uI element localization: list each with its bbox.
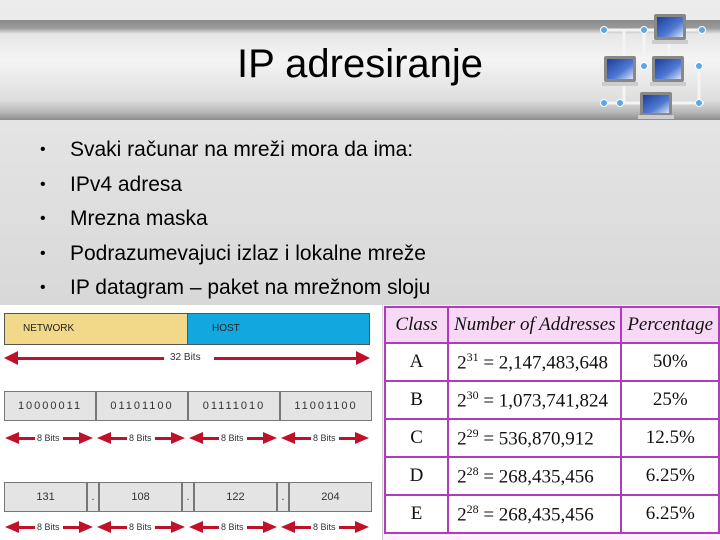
octet-bits-label: 8 Bits: [311, 432, 338, 444]
table-row: E 228 = 268,435,456 6.25%: [383, 494, 720, 534]
octet-bits-label: 8 Bits: [311, 521, 338, 533]
bullet-dot: •: [40, 210, 46, 227]
octet-bits-arrow: 8 Bits: [189, 521, 277, 535]
binary-octets: 10000011 01101100 01111010 11001100: [4, 391, 372, 421]
address-count-cell: 228 = 268,435,456: [447, 456, 623, 496]
address-count-cell: 230 = 1,073,741,824: [447, 380, 623, 420]
arrow-right-icon: [355, 521, 369, 533]
class-table: Class Number of Addresses Percentage A 23…: [383, 306, 720, 534]
dot-separator: .: [87, 482, 99, 512]
bullet-item: • IP datagram – paket na mrežnom sloju: [40, 271, 430, 306]
bullet-dot: •: [40, 175, 46, 193]
binary-octet: 01101100: [96, 391, 188, 421]
arrow-right-icon: [263, 521, 277, 533]
table-row: C 229 = 536,870,912 12.5%: [383, 418, 720, 458]
ip-address-diagram: NETWORK HOST 32 Bits 10000011 01101100 0…: [0, 305, 382, 540]
header-number: Number of Addresses: [447, 306, 623, 344]
arrow-right-icon: [356, 351, 370, 365]
bullet-list: • Svaki računar na mreži mora da ima: • IP…: [40, 133, 430, 306]
percentage-cell: 6.25%: [620, 494, 720, 534]
percentage-cell: 25%: [620, 380, 720, 420]
bullet-item: • Svaki računar na mreži mora da ima:: [40, 133, 430, 168]
octet-bits-label: 8 Bits: [35, 521, 62, 533]
arrow-right-icon: [355, 432, 369, 444]
bullet-item: • IPv4 adresa: [40, 168, 430, 203]
dot-separator: .: [182, 482, 194, 512]
percentage-cell: 6.25%: [620, 456, 720, 496]
class-cell: C: [383, 418, 450, 458]
octet-bits-label: 8 Bits: [219, 521, 246, 533]
address-count-cell: 231 = 2,147,483,648: [447, 342, 623, 382]
address-count-cell: 229 = 536,870,912: [447, 418, 623, 458]
decimal-octet: 131: [4, 482, 88, 512]
octet-bits-arrow: 8 Bits: [97, 432, 185, 446]
computer-icon: [652, 14, 688, 44]
bullet-item: • Podrazumevajuci izlaz i lokalne mreže: [40, 237, 430, 272]
octet-bits-arrow: 8 Bits: [189, 432, 277, 446]
arrow-right-icon: [263, 432, 277, 444]
host-portion: HOST: [187, 313, 370, 345]
network-portion: NETWORK: [4, 313, 188, 345]
table-row: A 231 = 2,147,483,648 50%: [383, 342, 720, 382]
octet-bits-arrow: 8 Bits: [281, 432, 369, 446]
total-bits-label: 32 Bits: [168, 351, 203, 365]
octet-bits-label: 8 Bits: [127, 521, 154, 533]
bullet-dot: •: [40, 279, 46, 296]
decimal-octet: 122: [193, 482, 278, 512]
octet-bits-arrow: 8 Bits: [281, 521, 369, 535]
arrow-right-icon: [79, 432, 93, 444]
decimal-octet: 204: [288, 482, 372, 512]
decimal-octets: 131 . 108 . 122 . 204: [4, 482, 372, 512]
total-bits-arrow: 32 Bits: [4, 351, 370, 367]
arrow-right-icon: [79, 521, 93, 533]
computer-icon: [602, 56, 638, 86]
percentage-cell: 50%: [620, 342, 720, 382]
bullet-dot: •: [40, 141, 46, 158]
dot-separator: .: [277, 482, 289, 512]
class-cell: D: [383, 456, 450, 496]
network-topology-icon: [600, 14, 706, 119]
arrow-right-icon: [171, 521, 185, 533]
class-cell: A: [383, 342, 450, 382]
bullet-item: • Mrezna maska: [40, 202, 430, 237]
binary-octet: 10000011: [4, 391, 96, 421]
table-row: B 230 = 1,073,741,824 25%: [383, 380, 720, 420]
computer-icon: [638, 92, 674, 119]
table-row: D 228 = 268,435,456 6.25%: [383, 456, 720, 496]
arrow-right-icon: [171, 432, 185, 444]
ip-class-table: Class Number of Addresses Percentage A 23…: [383, 305, 720, 540]
decimal-octet: 108: [98, 482, 183, 512]
header-class: Class: [383, 306, 450, 344]
address-count-cell: 228 = 268,435,456: [447, 494, 623, 534]
binary-octet: 01111010: [188, 391, 280, 421]
binary-octet: 11001100: [280, 391, 372, 421]
bullet-dot: •: [40, 244, 46, 262]
percentage-cell: 12.5%: [620, 418, 720, 458]
class-cell: E: [383, 494, 450, 534]
class-cell: B: [383, 380, 450, 420]
octet-bits-label: 8 Bits: [35, 432, 62, 444]
octet-bits-arrow: 8 Bits: [5, 521, 93, 535]
table-header-row: Class Number of Addresses Percentage: [383, 306, 720, 344]
computer-icon: [650, 56, 686, 86]
octet-bits-arrow: 8 Bits: [5, 432, 93, 446]
octet-bits-label: 8 Bits: [219, 432, 246, 444]
octet-bits-label: 8 Bits: [127, 432, 154, 444]
octet-bits-arrow: 8 Bits: [97, 521, 185, 535]
header-percentage: Percentage: [620, 306, 720, 344]
